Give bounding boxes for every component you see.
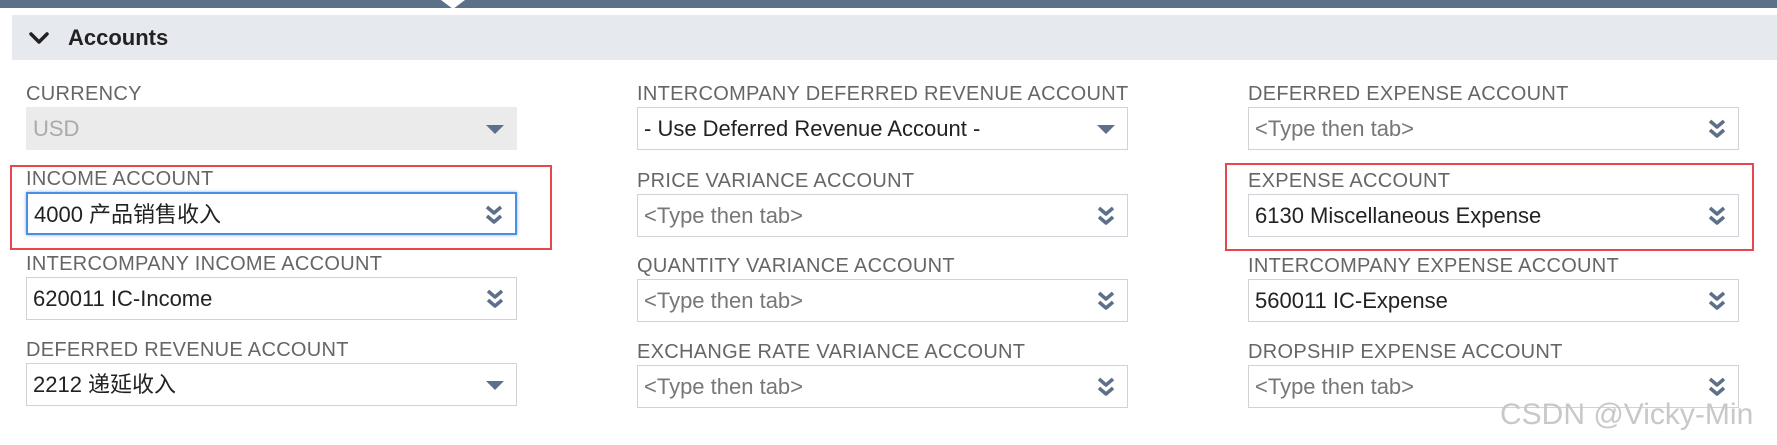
- double-chevron-down-icon[interactable]: [1706, 376, 1728, 398]
- watermark: CSDN @Vicky-Min: [1500, 398, 1754, 431]
- double-chevron-down-icon[interactable]: [1095, 205, 1117, 227]
- deferred-revenue-account-label: DEFERRED REVENUE ACCOUNT: [26, 339, 349, 361]
- quantity-variance-account-input[interactable]: <Type then tab>: [637, 279, 1128, 322]
- dropdown-arrow-icon[interactable]: [1095, 118, 1117, 140]
- deferred-revenue-account-value: 2212 递延收入: [33, 372, 177, 397]
- double-chevron-down-icon[interactable]: [1095, 376, 1117, 398]
- dropdown-arrow-icon[interactable]: [484, 374, 506, 396]
- currency-label: CURRENCY: [26, 83, 142, 105]
- dropship-expense-account-placeholder: <Type then tab>: [1255, 374, 1415, 399]
- currency-field: CURRENCY USD: [26, 81, 517, 150]
- intercompany-deferred-revenue-account-select[interactable]: - Use Deferred Revenue Account -: [637, 107, 1128, 150]
- intercompany-deferred-revenue-account-value: - Use Deferred Revenue Account -: [644, 116, 981, 141]
- intercompany-deferred-revenue-account-field: INTERCOMPANY DEFERRED REVENUE ACCOUNT - …: [637, 81, 1129, 150]
- deferred-expense-account-field: DEFERRED EXPENSE ACCOUNT <Type then tab>: [1248, 81, 1739, 150]
- price-variance-account-placeholder: <Type then tab>: [644, 203, 804, 228]
- double-chevron-down-icon[interactable]: [1706, 118, 1728, 140]
- quantity-variance-account-label: QUANTITY VARIANCE ACCOUNT: [637, 255, 955, 277]
- double-chevron-down-icon[interactable]: [1706, 290, 1728, 312]
- intercompany-expense-account-field: INTERCOMPANY EXPENSE ACCOUNT 560011 IC-E…: [1248, 253, 1739, 322]
- top-accent-bar: [0, 0, 1777, 8]
- exchange-rate-variance-account-label: EXCHANGE RATE VARIANCE ACCOUNT: [637, 341, 1026, 363]
- section-title: Accounts: [68, 25, 169, 50]
- quantity-variance-account-field: QUANTITY VARIANCE ACCOUNT <Type then tab…: [637, 253, 1128, 322]
- price-variance-account-label: PRICE VARIANCE ACCOUNT: [637, 170, 915, 192]
- quantity-variance-account-placeholder: <Type then tab>: [644, 288, 804, 313]
- chevron-down-icon[interactable]: [28, 28, 50, 48]
- deferred-revenue-account-field: DEFERRED REVENUE ACCOUNT 2212 递延收入: [26, 337, 517, 406]
- deferred-expense-account-placeholder: <Type then tab>: [1255, 116, 1415, 141]
- expense-account-highlight: [1225, 163, 1754, 251]
- double-chevron-down-icon[interactable]: [484, 288, 506, 310]
- deferred-revenue-account-select[interactable]: 2212 递延收入: [26, 363, 517, 406]
- intercompany-income-account-label: INTERCOMPANY INCOME ACCOUNT: [26, 253, 383, 275]
- deferred-expense-account-input[interactable]: <Type then tab>: [1248, 107, 1739, 150]
- exchange-rate-variance-account-input[interactable]: <Type then tab>: [637, 365, 1128, 408]
- accounts-section-header[interactable]: Accounts: [12, 15, 1777, 60]
- price-variance-account-input[interactable]: <Type then tab>: [637, 194, 1128, 237]
- double-chevron-down-icon[interactable]: [1095, 290, 1117, 312]
- deferred-expense-account-label: DEFERRED EXPENSE ACCOUNT: [1248, 83, 1569, 105]
- currency-value: USD: [33, 116, 80, 141]
- intercompany-income-account-input[interactable]: 620011 IC-Income: [26, 277, 517, 320]
- intercompany-expense-account-value: 560011 IC-Expense: [1255, 288, 1448, 313]
- intercompany-expense-account-label: INTERCOMPANY EXPENSE ACCOUNT: [1248, 255, 1620, 277]
- intercompany-deferred-revenue-account-label: INTERCOMPANY DEFERRED REVENUE ACCOUNT: [637, 83, 1129, 105]
- income-account-highlight: [10, 165, 552, 250]
- currency-select[interactable]: USD: [26, 107, 517, 150]
- intercompany-income-account-value: 620011 IC-Income: [33, 286, 213, 311]
- intercompany-income-account-field: INTERCOMPANY INCOME ACCOUNT 620011 IC-In…: [26, 251, 517, 320]
- dropdown-arrow-icon[interactable]: [484, 118, 506, 140]
- price-variance-account-field: PRICE VARIANCE ACCOUNT <Type then tab>: [637, 168, 1128, 237]
- exchange-rate-variance-account-field: EXCHANGE RATE VARIANCE ACCOUNT <Type the…: [637, 339, 1128, 408]
- intercompany-expense-account-input[interactable]: 560011 IC-Expense: [1248, 279, 1739, 322]
- exchange-rate-variance-account-placeholder: <Type then tab>: [644, 374, 804, 399]
- dropship-expense-account-field: DROPSHIP EXPENSE ACCOUNT <Type then tab>: [1248, 339, 1739, 408]
- dropship-expense-account-label: DROPSHIP EXPENSE ACCOUNT: [1248, 341, 1563, 363]
- tab-notch: [441, 0, 465, 9]
